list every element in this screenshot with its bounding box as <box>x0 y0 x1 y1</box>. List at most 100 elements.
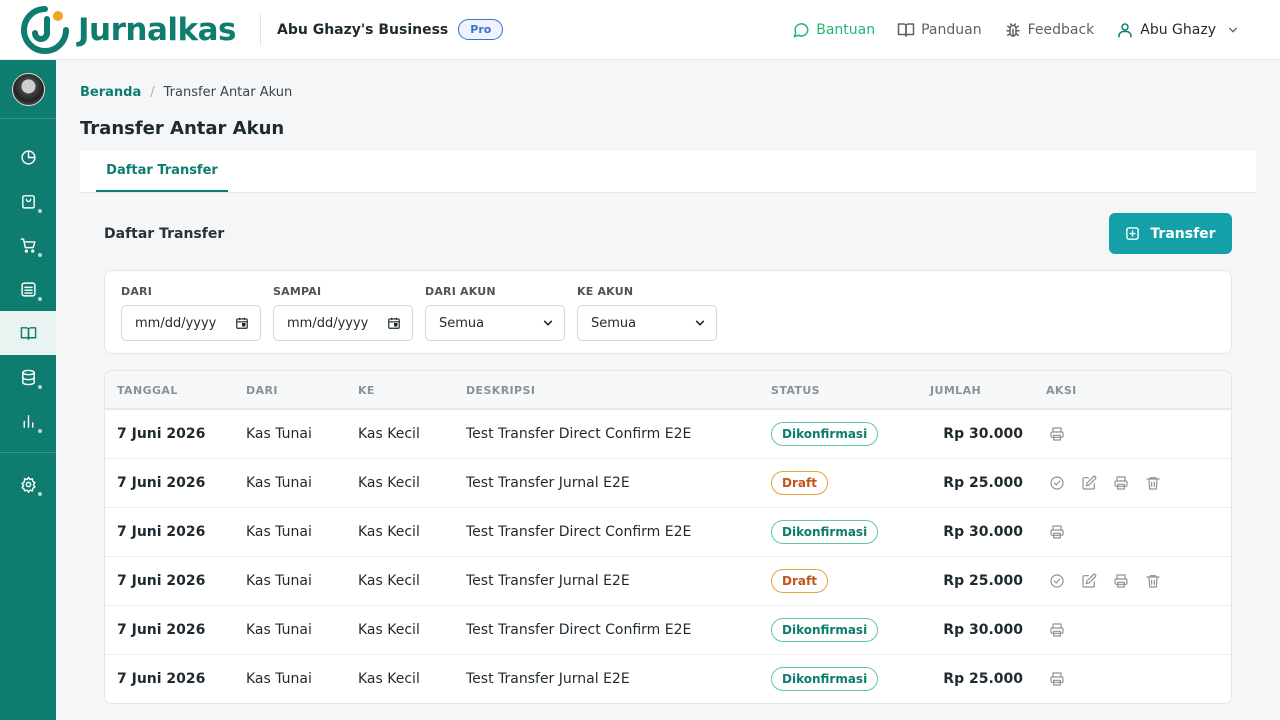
sidebar-item-bank[interactable] <box>0 267 56 311</box>
sidebar-item-journal[interactable] <box>0 311 56 355</box>
filter-to-account: KE AKUN Semua <box>577 285 717 341</box>
cell-description: Test Transfer Jurnal E2E <box>466 475 630 491</box>
print-icon <box>1114 476 1128 490</box>
help-label: Bantuan <box>816 22 876 38</box>
cell-status: Dikonfirmasi <box>771 606 879 654</box>
breadcrumb-home[interactable]: Beranda <box>80 85 141 100</box>
cell-date: 7 Juni 2026 <box>117 573 206 589</box>
app-logo[interactable]: Jurnalkas <box>20 5 240 55</box>
column-header-description: DESKRIPSI <box>466 384 536 397</box>
print-button[interactable] <box>1111 571 1131 591</box>
sidebar-divider <box>0 452 56 453</box>
guide-link[interactable]: Panduan <box>897 21 982 39</box>
print-button[interactable] <box>1111 473 1131 493</box>
guide-label: Panduan <box>921 22 982 38</box>
calendar-icon <box>388 317 400 329</box>
filter-label: DARI <box>121 285 153 298</box>
tab-bar: Daftar Transfer <box>80 151 1256 193</box>
table-row[interactable]: 7 Juni 2026 Kas Tunai Kas Kecil Test Transf… <box>105 508 1231 557</box>
shopping-bag-icon <box>21 194 35 209</box>
table-row[interactable]: 7 Juni 2026 Kas Tunai Kas Kecil Test Transf… <box>105 655 1231 703</box>
breadcrumb-current: Transfer Antar Akun <box>163 85 293 100</box>
cell-from: Kas Tunai <box>246 426 312 442</box>
submenu-dot <box>38 492 42 496</box>
filter-from-account: DARI AKUN Semua <box>425 285 565 341</box>
transfer-table: TANGGAL DARI KE DESKRIPSI STATUS JUMLAH … <box>104 370 1232 704</box>
edit-button[interactable] <box>1079 571 1099 591</box>
from-date-input[interactable]: mm/dd/yyyy <box>121 305 261 341</box>
edit-icon <box>1082 475 1097 490</box>
column-header-from: DARI <box>246 384 278 397</box>
user-icon <box>1118 23 1133 38</box>
submenu-dot <box>38 297 42 301</box>
sidebar-item-settings[interactable] <box>0 462 56 506</box>
print-button[interactable] <box>1047 424 1067 444</box>
delete-button[interactable] <box>1143 473 1163 493</box>
cell-status: Dikonfirmasi <box>771 508 879 556</box>
bank-icon <box>20 281 36 297</box>
status-badge: Dikonfirmasi <box>771 520 879 544</box>
trash-icon <box>1146 575 1160 588</box>
cell-to: Kas Kecil <box>358 671 420 687</box>
sidebar-item-purchase[interactable] <box>0 223 56 267</box>
database-icon <box>21 369 35 385</box>
print-button[interactable] <box>1047 620 1067 640</box>
tab-daftar-transfer[interactable]: Daftar Transfer <box>96 151 228 192</box>
to-date-value: mm/dd/yyyy <box>287 315 369 331</box>
app-name: Jurnalkas <box>78 11 237 48</box>
cell-description: Test Transfer Direct Confirm E2E <box>466 622 692 638</box>
edit-icon <box>1082 573 1097 588</box>
table-row[interactable]: 7 Juni 2026 Kas Tunai Kas Kecil Test Transf… <box>105 557 1231 606</box>
table-body: 7 Juni 2026 Kas Tunai Kas Kecil Test Transf… <box>105 410 1231 703</box>
section-title: Daftar Transfer <box>104 226 225 242</box>
from-account-select[interactable]: Semua <box>425 305 565 341</box>
sidebar-item-sales[interactable] <box>0 179 56 223</box>
cell-from: Kas Tunai <box>246 573 312 589</box>
add-transfer-button[interactable]: Transfer <box>1109 213 1232 254</box>
user-menu[interactable]: Abu Ghazy <box>1116 21 1244 39</box>
business-name[interactable]: Abu Ghazy's Business <box>277 22 448 38</box>
avatar-section <box>0 60 56 119</box>
table-row[interactable]: 7 Juni 2026 Kas Tunai Kas Kecil Test Transf… <box>105 410 1231 459</box>
edit-button[interactable] <box>1079 473 1099 493</box>
sidebar-item-dashboard[interactable] <box>0 135 56 179</box>
feedback-link[interactable]: Feedback <box>1004 21 1094 39</box>
print-button[interactable] <box>1047 522 1067 542</box>
cell-to: Kas Kecil <box>358 622 420 638</box>
confirm-button[interactable] <box>1047 571 1067 591</box>
avatar[interactable] <box>11 72 45 106</box>
cell-date: 7 Juni 2026 <box>117 426 206 442</box>
filter-label: SAMPAI <box>273 285 322 298</box>
cell-status: Dikonfirmasi <box>771 655 879 703</box>
row-actions <box>1047 571 1175 591</box>
row-actions <box>1047 424 1079 444</box>
delete-button[interactable] <box>1143 571 1163 591</box>
cell-date: 7 Juni 2026 <box>117 671 206 687</box>
top-nav: Bantuan Panduan Feedback Abu Ghazy <box>770 0 1244 60</box>
filter-label: KE AKUN <box>577 285 634 298</box>
cell-from: Kas Tunai <box>246 622 312 638</box>
print-icon <box>1050 623 1064 637</box>
row-actions <box>1047 669 1079 689</box>
chart-icon <box>23 414 33 428</box>
plus-square-icon <box>1126 227 1140 240</box>
to-date-input[interactable]: mm/dd/yyyy <box>273 305 413 341</box>
sidebar-item-reports[interactable] <box>0 399 56 443</box>
cell-amount: Rp 25.000 <box>943 671 1023 687</box>
to-account-select[interactable]: Semua <box>577 305 717 341</box>
from-account-value: Semua <box>439 315 485 331</box>
sidebar-item-data[interactable] <box>0 355 56 399</box>
help-link[interactable]: Bantuan <box>792 21 875 39</box>
print-button[interactable] <box>1047 669 1067 689</box>
dashboard-icon <box>20 149 36 165</box>
confirm-button[interactable] <box>1047 473 1067 493</box>
print-icon <box>1050 525 1064 539</box>
page-title: Transfer Antar Akun <box>80 118 285 139</box>
table-row[interactable]: 7 Juni 2026 Kas Tunai Kas Kecil Test Transf… <box>105 459 1231 508</box>
table-row[interactable]: 7 Juni 2026 Kas Tunai Kas Kecil Test Transf… <box>105 606 1231 655</box>
cell-date: 7 Juni 2026 <box>117 475 206 491</box>
cell-description: Test Transfer Direct Confirm E2E <box>466 524 692 540</box>
status-badge: Draft <box>771 471 828 495</box>
from-date-value: mm/dd/yyyy <box>135 315 217 331</box>
confirm-circle-icon <box>1050 476 1064 490</box>
